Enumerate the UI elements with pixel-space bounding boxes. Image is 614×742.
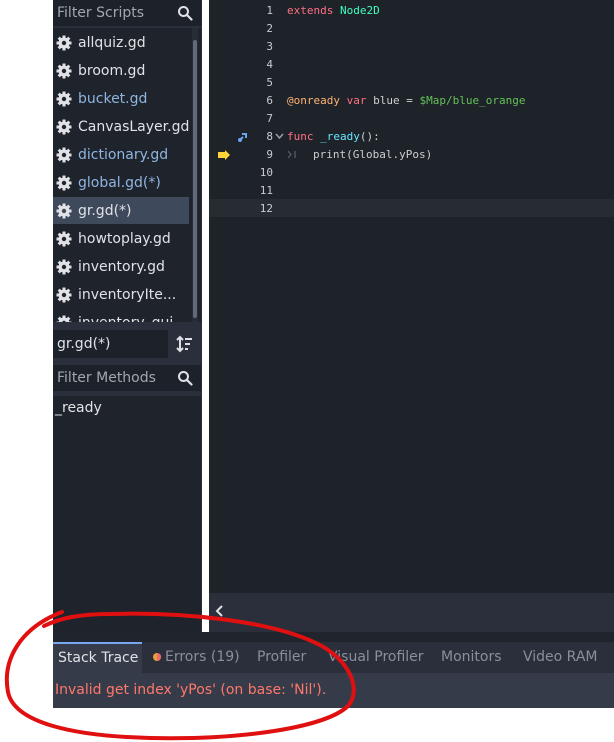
operator: = [406,94,413,107]
script-item-allquiz[interactable]: allquiz.gd [53,29,189,56]
script-item-broom[interactable]: broom.gd [53,57,189,84]
script-item-label: gr.gd(*) [78,202,132,219]
annotation: @onready [287,94,340,107]
script-list-scrollbar[interactable] [193,40,197,318]
fold-arrow-icon[interactable] [275,133,284,140]
script-item-label: howtoplay.gd [78,230,171,247]
tab-label: Visual Profiler [328,649,424,665]
editor-footer [209,593,614,633]
gear-icon [56,315,72,322]
tab-label: Video RAM [523,649,598,665]
punctuation: (): [359,130,380,143]
gear-icon [56,259,72,274]
execution-pointer-icon [218,150,230,160]
tab-label: Monitors [441,649,502,665]
tab-errors[interactable]: Errors (19) [153,642,240,673]
tab-label: Profiler [257,649,307,665]
connection-slot-icon[interactable] [237,131,249,143]
line-number: 10 [259,166,273,179]
script-item-bucket[interactable]: bucket.gd [53,85,189,112]
gear-icon [56,63,72,78]
line-number: 6 [266,94,273,107]
stack-trace-content: Invalid get index 'yPos' (on base: 'Nil'… [53,673,614,708]
panel-divider[interactable] [53,632,614,642]
class-name: Node2D [339,4,380,17]
script-item-global[interactable]: global.gd(*) [53,169,189,196]
code-line-6: @onready var blue = $Map/blue_orange [287,94,525,107]
script-item-inventory[interactable]: inventory.gd [53,253,189,280]
current-script-name: gr.gd(*) [53,330,168,358]
code-line-9: print(Global.yPos) [313,148,432,161]
tab-stack-trace[interactable]: Stack Trace [53,642,142,673]
script-item-label: broom.gd [78,62,146,79]
search-icon[interactable] [177,5,193,21]
gear-icon [56,231,72,246]
line-number: 1 [266,4,273,17]
gear-icon [56,287,72,302]
script-item-label: bucket.gd [78,90,148,107]
tab-monitors[interactable]: Monitors [441,642,502,673]
script-item-canvaslayer[interactable]: CanvasLayer.gd [53,113,189,140]
filter-scripts-input[interactable] [53,0,175,26]
chevron-left-icon[interactable] [214,603,224,619]
script-panel: allquiz.gd broom.gd bucket.gd CanvasLaye… [53,0,202,632]
gear-icon [56,147,72,162]
script-item-howtoplay[interactable]: howtoplay.gd [53,225,189,252]
script-list: allquiz.gd broom.gd bucket.gd CanvasLaye… [53,28,201,322]
function-name: _ready [320,130,360,143]
script-item-label: dictionary.gd [78,146,169,163]
tab-visual-profiler[interactable]: Visual Profiler [328,642,424,673]
keyword: func [287,130,314,143]
tab-profiler[interactable]: Profiler [257,642,306,673]
tab-label: Errors (19) [165,649,240,665]
line-number: 4 [266,58,273,71]
variable-name: blue [373,94,400,107]
line-number: 9 [266,148,273,161]
script-item-label: global.gd(*) [78,174,161,191]
script-item-label: inventory.gd [78,258,165,275]
code-text: print(Global.yPos) [313,148,433,161]
script-item-label: inventoryIte... [78,286,177,303]
node-path: $Map/blue_orange [419,94,526,107]
filter-methods-box [53,365,201,391]
code-editor[interactable]: 1 2 3 4 5 6 7 8 9 10 11 12 extends Node2… [209,0,614,593]
tab-video-ram[interactable]: Video RAM [523,642,598,673]
code-line-1: extends Node2D [287,4,380,17]
script-item-gr[interactable]: gr.gd(*) [53,197,189,224]
gear-icon [56,91,72,106]
keyword: var [346,94,367,107]
search-icon[interactable] [177,370,193,386]
script-item-inventoryitem[interactable]: inventoryIte... [53,281,189,308]
keyword: extends [287,4,334,17]
methods-list: _ready [53,396,201,632]
sort-methods-icon[interactable] [175,334,195,354]
line-number: 5 [266,76,273,89]
code-line-8: func _ready(): [287,130,380,143]
method-item[interactable]: _ready [55,400,102,416]
script-item-dictionary[interactable]: dictionary.gd [53,141,189,168]
gear-icon [56,119,72,134]
line-number: 2 [266,22,273,35]
line-number: 7 [266,112,273,125]
filter-scripts-box [53,0,201,26]
script-item-inventory-gui[interactable]: inventory_gui [53,309,189,322]
script-item-label: allquiz.gd [78,34,146,51]
tab-label: Stack Trace [58,650,139,666]
gear-icon [56,35,72,50]
debugger-tab-bar: Stack Trace Errors (19) Profiler Visual … [53,642,614,673]
error-warning-icon [153,653,161,661]
tab-indent-icon [287,150,296,159]
gear-icon [56,175,72,190]
line-number: 3 [266,40,273,53]
script-item-label: inventory_gui [78,315,173,323]
line-number: 12 [259,202,273,215]
filter-methods-input[interactable] [53,365,175,391]
gear-icon [56,203,72,218]
error-message[interactable]: Invalid get index 'yPos' (on base: 'Nil'… [55,682,326,698]
line-number: 11 [259,184,273,197]
script-item-label: CanvasLayer.gd [78,118,189,135]
